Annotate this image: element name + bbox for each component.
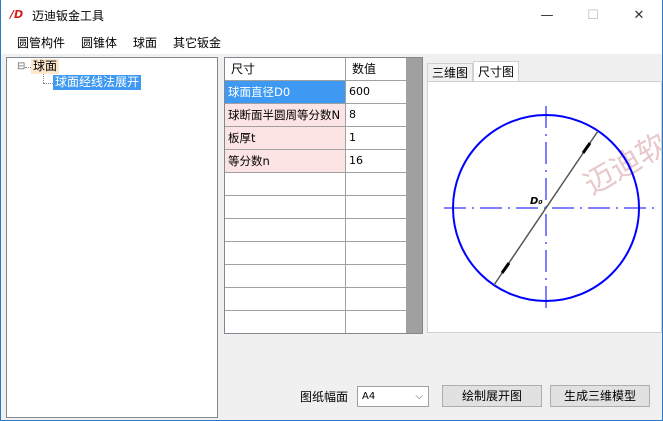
tree-line: [43, 83, 53, 84]
minimize-button[interactable]: —: [524, 0, 570, 30]
window-title: 迈迪钣金工具: [32, 8, 105, 23]
table-row[interactable]: 球断面半圆周等分数N 8: [225, 104, 406, 127]
param-value[interactable]: [346, 265, 406, 287]
param-name[interactable]: [225, 196, 346, 218]
parameter-grid: 尺寸 数值 球面直径D0 600 球断面半圆周等分数N 8 板厚t 1 等分数n…: [224, 57, 423, 334]
param-name[interactable]: 球面直径D0: [225, 81, 346, 103]
table-row[interactable]: 板厚t 1: [225, 127, 406, 150]
title-bar: /D 迈迪钣金工具 — ☐ ✕: [1, 0, 662, 30]
empty-row[interactable]: [225, 196, 406, 219]
tree-node-sphere-meridian-unfold[interactable]: 球面经线法展开: [53, 75, 142, 90]
table-row[interactable]: 球面直径D0 600: [225, 81, 406, 104]
app-logo-icon: /D: [10, 8, 24, 21]
tab-3d-view[interactable]: 三维图: [427, 63, 474, 81]
maximize-button[interactable]: ☐: [570, 0, 616, 30]
dimension-label: D₀: [530, 196, 543, 207]
menu-cone[interactable]: 圆锥体: [73, 34, 125, 51]
param-value[interactable]: 1: [346, 127, 406, 149]
header-dimension: 尺寸: [225, 58, 346, 80]
paper-size-value: A4: [362, 391, 376, 402]
tab-dimension-view[interactable]: 尺寸图: [473, 61, 520, 81]
arrow-icon: [581, 142, 592, 154]
view-tabs: 三维图 尺寸图: [427, 61, 520, 81]
tree-line: [43, 74, 44, 83]
param-value[interactable]: [346, 242, 406, 264]
param-name[interactable]: [225, 288, 346, 310]
param-value[interactable]: 16: [346, 150, 406, 172]
menu-other-sheet-metal[interactable]: 其它钣金: [165, 34, 229, 51]
param-value[interactable]: 8: [346, 104, 406, 126]
param-name[interactable]: 等分数n: [225, 150, 346, 172]
paper-size-label: 图纸幅面: [300, 390, 349, 404]
empty-row[interactable]: [225, 288, 406, 311]
param-value[interactable]: [346, 311, 406, 333]
menu-sphere[interactable]: 球面: [125, 34, 165, 51]
param-value[interactable]: 600: [346, 81, 406, 103]
arrow-icon: [500, 262, 511, 274]
param-name[interactable]: [225, 173, 346, 195]
param-name[interactable]: [225, 265, 346, 287]
dimension-drawing: 迈迪软件 D₀: [427, 81, 663, 333]
close-button[interactable]: ✕: [616, 0, 662, 30]
table-row[interactable]: 等分数n 16: [225, 150, 406, 173]
draw-unfold-button[interactable]: 绘制展开图: [442, 385, 542, 407]
param-name[interactable]: [225, 311, 346, 333]
tree-node-sphere[interactable]: 球面: [31, 59, 60, 74]
empty-row[interactable]: [225, 173, 406, 196]
param-value[interactable]: [346, 219, 406, 241]
param-name[interactable]: 球断面半圆周等分数N: [225, 104, 346, 126]
empty-row[interactable]: [225, 242, 406, 265]
chevron-down-icon: ⌵: [415, 391, 423, 402]
grid-header: 尺寸 数值: [225, 58, 406, 81]
param-value[interactable]: [346, 288, 406, 310]
param-name[interactable]: 板厚t: [225, 127, 346, 149]
generate-3d-model-button[interactable]: 生成三维模型: [550, 385, 650, 407]
empty-row[interactable]: [225, 265, 406, 288]
empty-row[interactable]: [225, 219, 406, 242]
param-name[interactable]: [225, 242, 346, 264]
param-name[interactable]: [225, 219, 346, 241]
menu-pipe-parts[interactable]: 圆管构件: [9, 34, 73, 51]
tree-view: ⊟ 球面 球面经线法展开: [6, 57, 218, 418]
param-value[interactable]: [346, 173, 406, 195]
header-value: 数值: [352, 62, 377, 76]
param-value[interactable]: [346, 196, 406, 218]
menu-bar: 圆管构件 圆锥体 球面 其它钣金: [1, 30, 662, 55]
paper-size-select[interactable]: A4 ⌵: [357, 386, 429, 407]
sphere-dimension-diagram: 迈迪软件 D₀: [444, 106, 663, 312]
empty-row[interactable]: [225, 311, 406, 333]
